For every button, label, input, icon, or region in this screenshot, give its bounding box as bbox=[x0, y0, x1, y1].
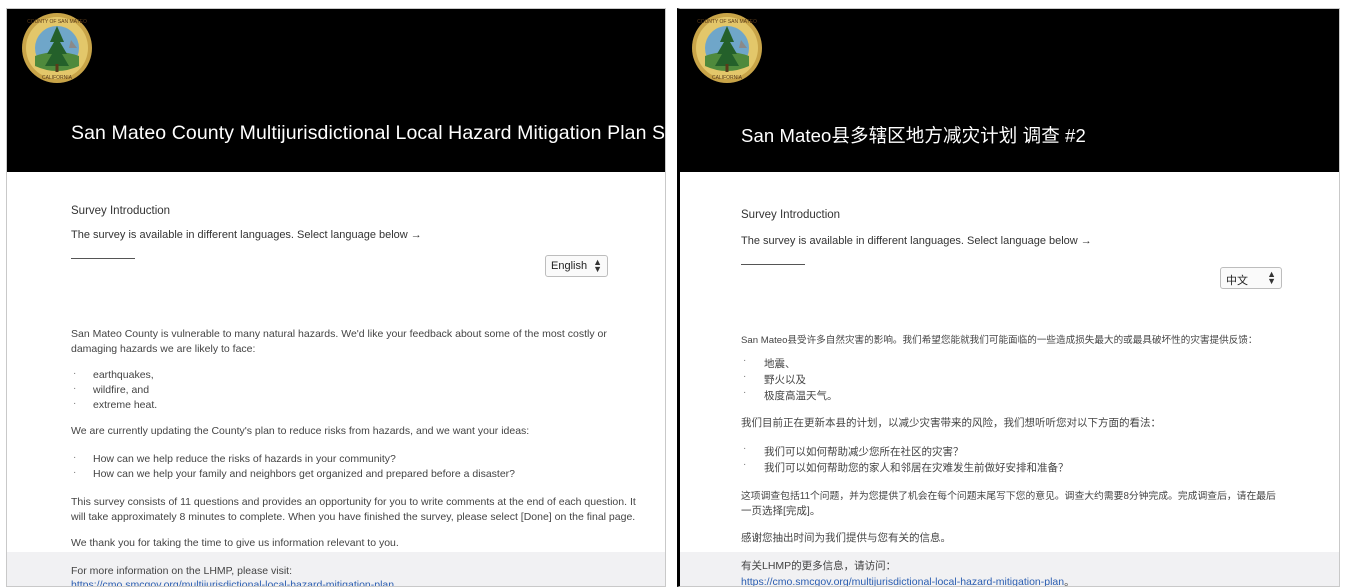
intro-paragraph-2: 我们目前正在更新本县的计划，以减少灾害带来的风险，我们想听听您对以下方面的看法： bbox=[741, 417, 1161, 429]
link-suffix: 。 bbox=[1064, 576, 1075, 587]
select-arrows-icon: ▲ ▼ bbox=[1267, 269, 1276, 286]
svg-text:CALIFORNIA: CALIFORNIA bbox=[42, 75, 73, 81]
bullet-icon: · bbox=[73, 467, 77, 478]
question-item: 我们可以如何帮助您的家人和邻居在灾难发生前做好安排和准备？ bbox=[764, 462, 1069, 474]
hazard-item: 野火以及 bbox=[764, 374, 806, 386]
intro-paragraph-3-cont: will take approximately 8 minutes to com… bbox=[71, 511, 636, 523]
hazard-item: extreme heat. bbox=[93, 399, 158, 411]
bullet-icon: · bbox=[743, 459, 747, 470]
more-info-text: For more information on the LHMP, please… bbox=[71, 565, 292, 577]
hazard-item: 地震、 bbox=[764, 358, 796, 370]
survey-panel-english: COUNTY OF SAN MATEO CALIFORNIA San Mateo… bbox=[6, 8, 666, 587]
lhmp-link[interactable]: https://cmo.smcgov.org/multijurisdiction… bbox=[71, 579, 397, 586]
intro-paragraph-3-cont: 一页选择[完成]。 bbox=[741, 505, 821, 517]
hazard-item: 极度高温天气。 bbox=[764, 390, 838, 402]
section-heading: Survey Introduction bbox=[741, 209, 841, 221]
question-item: 我们可以如何帮助减少您所在社区的灾害？ bbox=[764, 446, 964, 458]
language-prompt: The survey is available in different lan… bbox=[741, 235, 1092, 247]
lhmp-link[interactable]: https://cmo.smcgov.org/multijurisdiction… bbox=[741, 576, 1064, 586]
survey-panel-chinese: COUNTY OF SAN MATEO CALIFORNIA San Mateo… bbox=[677, 8, 1340, 587]
question-item: How can we help reduce the risks of haza… bbox=[93, 453, 396, 465]
survey-header: COUNTY OF SAN MATEO CALIFORNIA San Mateo… bbox=[680, 9, 1339, 172]
survey-intro-content: Survey Introduction The survey is availa… bbox=[680, 172, 1339, 586]
intro-paragraph-3: This survey consists of 11 questions and… bbox=[71, 496, 636, 508]
survey-title: San Mateo县多辖区地方减灾计划 调查 #2 bbox=[741, 125, 1086, 146]
language-select[interactable]: 中文 ▲ ▼ bbox=[1220, 267, 1282, 289]
language-prompt: The survey is available in different lan… bbox=[71, 229, 422, 241]
bullet-icon: · bbox=[73, 398, 77, 409]
hazard-item: earthquakes, bbox=[93, 369, 154, 381]
bullet-icon: · bbox=[743, 371, 747, 382]
intro-paragraph-1: San Mateo County is vulnerable to many n… bbox=[71, 328, 607, 340]
survey-header: COUNTY OF SAN MATEO CALIFORNIA San Mateo… bbox=[7, 9, 665, 172]
section-heading: Survey Introduction bbox=[71, 205, 171, 217]
bullet-icon: · bbox=[743, 355, 747, 366]
survey-intro-content: Survey Introduction The survey is availa… bbox=[7, 172, 665, 586]
thanks-text: 感谢您抽出时间为我们提供与您有关的信息。 bbox=[741, 532, 951, 544]
divider bbox=[71, 258, 135, 259]
county-seal-icon: COUNTY OF SAN MATEO CALIFORNIA bbox=[22, 13, 92, 83]
intro-paragraph-1: San Mateo县受许多自然灾害的影响。我们希望您能就我们可能面临的一些造成损… bbox=[741, 335, 1258, 346]
bullet-icon: · bbox=[73, 368, 77, 379]
svg-text:COUNTY OF SAN MATEO: COUNTY OF SAN MATEO bbox=[697, 19, 757, 25]
hazard-item: wildfire, and bbox=[93, 384, 150, 396]
survey-title: San Mateo County Multijurisdictional Loc… bbox=[71, 122, 666, 144]
language-select-value: 中文 bbox=[1226, 275, 1248, 287]
language-select[interactable]: English ▲ ▼ bbox=[545, 255, 608, 277]
bullet-icon: · bbox=[73, 452, 77, 463]
intro-paragraph-2: We are currently updating the County's p… bbox=[71, 425, 530, 437]
svg-text:COUNTY OF SAN MATEO: COUNTY OF SAN MATEO bbox=[27, 19, 87, 25]
svg-text:CALIFORNIA: CALIFORNIA bbox=[712, 75, 743, 81]
intro-paragraph-3: 这项调查包括11个问题，并为您提供了机会在每个问题末尾写下您的意见。调查大约需要… bbox=[741, 491, 1276, 502]
bullet-icon: · bbox=[743, 387, 747, 398]
county-seal-icon: COUNTY OF SAN MATEO CALIFORNIA bbox=[692, 13, 762, 83]
lhmp-link-row: https://cmo.smcgov.org/multijurisdiction… bbox=[741, 574, 1075, 587]
divider bbox=[741, 264, 805, 265]
bullet-icon: · bbox=[743, 443, 747, 454]
select-arrows-icon: ▲ ▼ bbox=[593, 257, 602, 274]
intro-paragraph-1-cont: damaging hazards we are likely to face: bbox=[71, 343, 256, 355]
more-info-text: 有关LHMP的更多信息，请访问： bbox=[741, 560, 897, 572]
bullet-icon: · bbox=[73, 383, 77, 394]
question-item: How can we help your family and neighbor… bbox=[93, 468, 516, 480]
thanks-text: We thank you for taking the time to give… bbox=[71, 537, 399, 549]
language-select-value: English bbox=[551, 260, 588, 272]
